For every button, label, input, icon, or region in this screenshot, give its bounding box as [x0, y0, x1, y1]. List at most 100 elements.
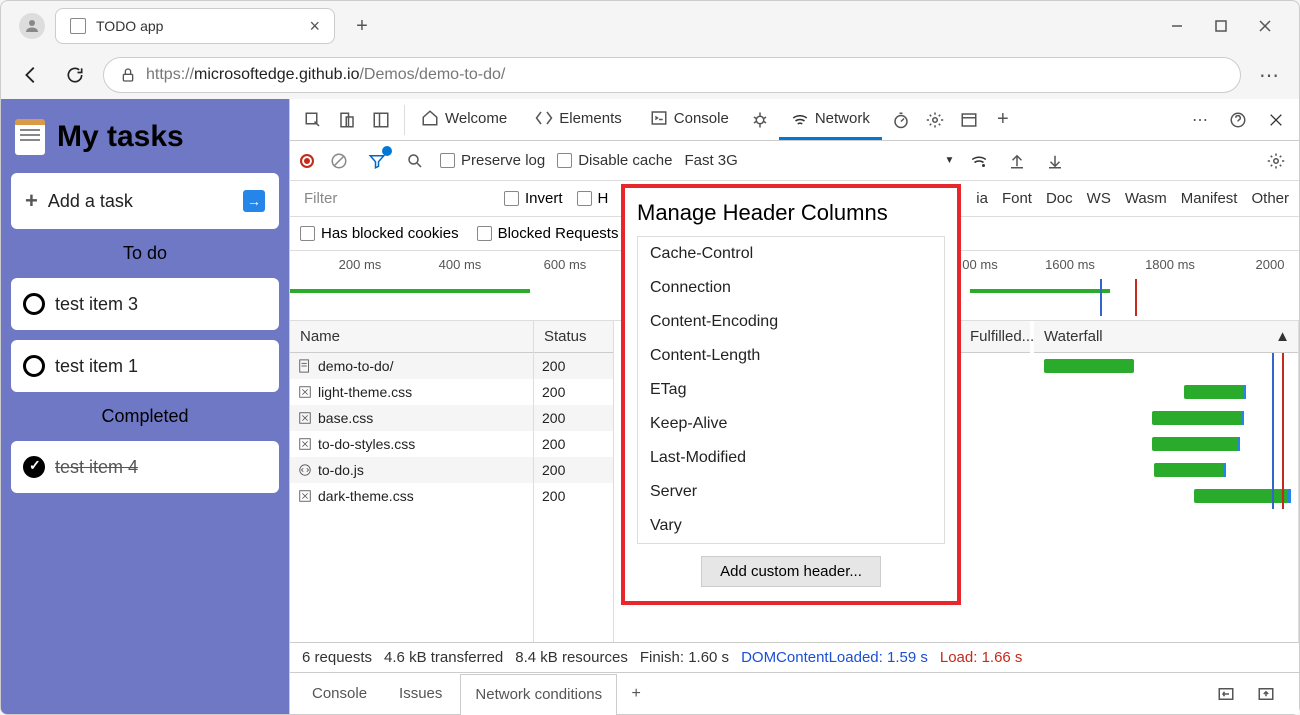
invert-checkbox[interactable]: Invert [504, 190, 563, 207]
drawer-tab-console[interactable]: Console [298, 673, 381, 714]
request-row[interactable]: demo-to-do/ [290, 353, 533, 379]
help-icon[interactable] [1223, 105, 1253, 135]
task-item[interactable]: test item 1 [11, 340, 279, 392]
maximize-button[interactable] [1211, 16, 1231, 36]
column-header-fulfilled[interactable]: Fulfilled... [960, 321, 1030, 353]
script-icon [298, 463, 312, 477]
status-column: Status 200 200 200 200 200 200 [534, 321, 614, 642]
domcontent-line [1272, 353, 1274, 509]
debugger-icon[interactable] [745, 105, 775, 135]
status-cell: 200 [534, 353, 613, 379]
dock-icon[interactable] [366, 105, 396, 135]
timeline-bar [290, 289, 530, 293]
drawer-tab-network-conditions[interactable]: Network conditions [460, 674, 617, 715]
column-header-name[interactable]: Name [290, 321, 533, 353]
disable-cache-checkbox[interactable]: Disable cache [557, 152, 672, 169]
request-row[interactable]: to-do-styles.css [290, 431, 533, 457]
request-row[interactable]: light-theme.css [290, 379, 533, 405]
close-window-button[interactable] [1255, 16, 1275, 36]
popup-title: Manage Header Columns [637, 200, 945, 226]
tab-console[interactable]: Console [638, 99, 741, 140]
header-option[interactable]: Server [638, 475, 944, 509]
tab-elements[interactable]: Elements [523, 99, 634, 140]
url-text: https://microsoftedge.github.io/Demos/de… [146, 66, 505, 84]
settings-gear-icon[interactable] [920, 105, 950, 135]
upload-icon[interactable] [1004, 148, 1030, 174]
device-toolbar-icon[interactable] [332, 105, 362, 135]
add-task-button[interactable]: + Add a task → [11, 173, 279, 229]
request-row[interactable]: dark-theme.css [290, 483, 533, 509]
filter-type[interactable]: WS [1087, 190, 1111, 207]
more-tabs-button[interactable]: + [988, 105, 1018, 135]
header-option[interactable]: ETag [638, 373, 944, 407]
waterfall-bars [1034, 353, 1298, 509]
record-button[interactable] [300, 154, 314, 168]
header-option[interactable]: Connection [638, 271, 944, 305]
filter-type[interactable]: Doc [1046, 190, 1073, 207]
filter-type[interactable]: Manifest [1181, 190, 1238, 207]
request-row[interactable]: to-do.js [290, 457, 533, 483]
drawer-tab-issues[interactable]: Issues [385, 673, 456, 714]
url-input[interactable]: https://microsoftedge.github.io/Demos/de… [103, 57, 1241, 93]
filter-icon[interactable] [364, 148, 390, 174]
header-option[interactable]: Cache-Control [638, 237, 944, 271]
header-option[interactable]: Keep-Alive [638, 407, 944, 441]
status-cell: 200 [534, 483, 613, 509]
devtools-more-icon[interactable]: ⋯ [1185, 105, 1215, 135]
header-option[interactable]: Vary [638, 509, 944, 543]
header-option[interactable]: Last-Modified [638, 441, 944, 475]
download-icon[interactable] [1042, 148, 1068, 174]
blocked-cookies-checkbox[interactable]: Has blocked cookies [300, 225, 459, 242]
task-item-completed[interactable]: test item 4 [11, 441, 279, 493]
task-checkbox[interactable] [23, 293, 45, 315]
type-filters: ia Font Doc WS Wasm Manifest Other [976, 190, 1289, 207]
devtools-close-icon[interactable] [1261, 105, 1291, 135]
todo-section-label: To do [11, 239, 279, 268]
network-settings-icon[interactable] [1263, 148, 1289, 174]
header-option[interactable]: Content-Length [638, 339, 944, 373]
filter-type[interactable]: Font [1002, 190, 1032, 207]
browser-tab[interactable]: TODO app × [55, 8, 335, 44]
drawer-expand-icon[interactable] [1251, 679, 1281, 709]
wifi-settings-icon[interactable] [966, 148, 992, 174]
tab-welcome[interactable]: Welcome [409, 99, 519, 140]
task-checkbox[interactable] [23, 355, 45, 377]
task-item[interactable]: test item 3 [11, 278, 279, 330]
task-checkbox-checked[interactable] [23, 456, 45, 478]
filter-input[interactable]: Filter [300, 188, 490, 209]
hide-data-checkbox[interactable]: H [577, 190, 609, 207]
browser-menu-button[interactable]: ⋯ [1253, 63, 1285, 88]
inspect-element-icon[interactable] [298, 105, 328, 135]
blocked-requests-checkbox[interactable]: Blocked Requests [477, 225, 619, 242]
column-header-status[interactable]: Status [534, 321, 613, 353]
filter-type[interactable]: ia [976, 190, 988, 207]
column-header-waterfall[interactable]: Waterfall▲ [1034, 321, 1298, 353]
drawer-more-button[interactable]: + [621, 679, 651, 709]
load-line [1282, 353, 1284, 509]
application-icon[interactable] [954, 105, 984, 135]
minimize-button[interactable] [1167, 16, 1187, 36]
app-title: My tasks [57, 120, 184, 154]
tab-close-icon[interactable]: × [309, 16, 320, 37]
drawer-icon[interactable] [1211, 679, 1241, 709]
filter-type[interactable]: Other [1251, 190, 1289, 207]
tab-network[interactable]: Network [779, 99, 882, 140]
request-row[interactable]: base.css [290, 405, 533, 431]
header-option[interactable]: Content-Encoding [638, 305, 944, 339]
performance-icon[interactable] [886, 105, 916, 135]
profile-avatar[interactable] [19, 13, 45, 39]
name-column: Name demo-to-do/ light-theme.css base.cs… [290, 321, 534, 642]
new-tab-button[interactable]: + [345, 9, 379, 43]
filter-type[interactable]: Wasm [1125, 190, 1167, 207]
address-bar: https://microsoftedge.github.io/Demos/de… [1, 51, 1299, 99]
preserve-log-checkbox[interactable]: Preserve log [440, 152, 545, 169]
task-text: test item 4 [55, 457, 138, 478]
back-button[interactable] [15, 59, 47, 91]
clear-icon[interactable] [326, 148, 352, 174]
throttling-select[interactable]: Fast 3G [684, 152, 737, 169]
dropdown-arrow-icon[interactable]: ▼ [944, 155, 954, 166]
refresh-button[interactable] [59, 59, 91, 91]
search-icon[interactable] [402, 148, 428, 174]
add-custom-header-button[interactable]: Add custom header... [701, 556, 881, 587]
submit-arrow-icon[interactable]: → [243, 190, 265, 212]
